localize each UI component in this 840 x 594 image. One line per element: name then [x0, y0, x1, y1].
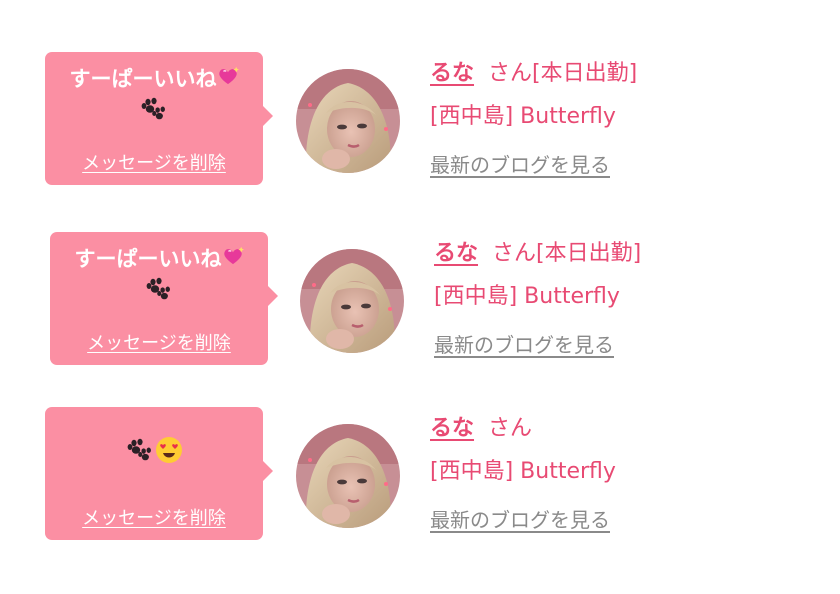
message-text: すーぱーいいね: [45, 64, 263, 94]
avatar[interactable]: [296, 424, 400, 528]
name-line: るな さん[本日出勤]: [434, 232, 641, 275]
emoji-line: [50, 274, 268, 304]
emoji-line: [45, 435, 263, 465]
message-text: すーぱーいいね: [50, 244, 268, 274]
paw-prints-icon: [127, 438, 151, 461]
shop-name: [西中島] Butterfly: [434, 284, 620, 309]
avatar-photo: [300, 249, 404, 353]
latest-blog-link[interactable]: 最新のブログを見る: [430, 508, 610, 532]
blog-line: 最新のブログを見る: [430, 144, 637, 187]
message-bubble: メッセージを削除: [45, 407, 273, 540]
delete-message-link[interactable]: メッセージを削除: [45, 504, 263, 530]
shop-name: [西中島] Butterfly: [430, 104, 616, 129]
cast-info: るな さん[本日出勤] [西中島] Butterfly 最新のブログを見る: [434, 232, 641, 367]
cast-honorific: さん: [488, 416, 533, 441]
message-bubble: すーぱーいいね メッセージを削除: [45, 52, 273, 185]
cast-name-link[interactable]: るな: [430, 416, 474, 441]
avatar[interactable]: [296, 69, 400, 173]
delete-message-link[interactable]: メッセージを削除: [45, 149, 263, 175]
sparkling-heart-icon: [218, 66, 239, 85]
heart-eyes-icon: [156, 437, 182, 463]
cast-name-link[interactable]: るな: [430, 61, 474, 86]
blog-line: 最新のブログを見る: [434, 324, 641, 367]
emoji-line: [45, 94, 263, 124]
message-entry: すーぱーいいね メッセージを削除 るな さん[本日出勤] [西中島] Butter…: [0, 52, 840, 212]
cast-name-link[interactable]: るな: [434, 241, 478, 266]
latest-blog-link[interactable]: 最新のブログを見る: [434, 333, 614, 357]
cast-honorific: さん[本日出勤]: [492, 241, 642, 266]
name-line: るな さん: [430, 407, 616, 450]
message-bubble: すーぱーいいね メッセージを削除: [50, 232, 278, 365]
cast-info: るな さん [西中島] Butterfly 最新のブログを見る: [430, 407, 616, 542]
cast-honorific: さん[本日出勤]: [488, 61, 638, 86]
cast-info: るな さん[本日出勤] [西中島] Butterfly 最新のブログを見る: [430, 52, 637, 187]
message-entry: すーぱーいいね メッセージを削除 るな さん[本日出勤] [西中島] Butter…: [0, 232, 840, 392]
avatar-photo: [296, 424, 400, 528]
shop-name: [西中島] Butterfly: [430, 459, 616, 484]
paw-prints-icon: [146, 277, 170, 300]
delete-message-link[interactable]: メッセージを削除: [50, 329, 268, 355]
latest-blog-link[interactable]: 最新のブログを見る: [430, 153, 610, 177]
paw-prints-icon: [141, 97, 165, 120]
name-line: るな さん[本日出勤]: [430, 52, 637, 95]
sparkling-heart-icon: [223, 246, 244, 265]
avatar-photo: [296, 69, 400, 173]
blog-line: 最新のブログを見る: [430, 499, 616, 542]
message-entry: メッセージを削除 るな さん [西中島] Butterfly 最新のブログを見る: [0, 407, 840, 567]
avatar[interactable]: [300, 249, 404, 353]
